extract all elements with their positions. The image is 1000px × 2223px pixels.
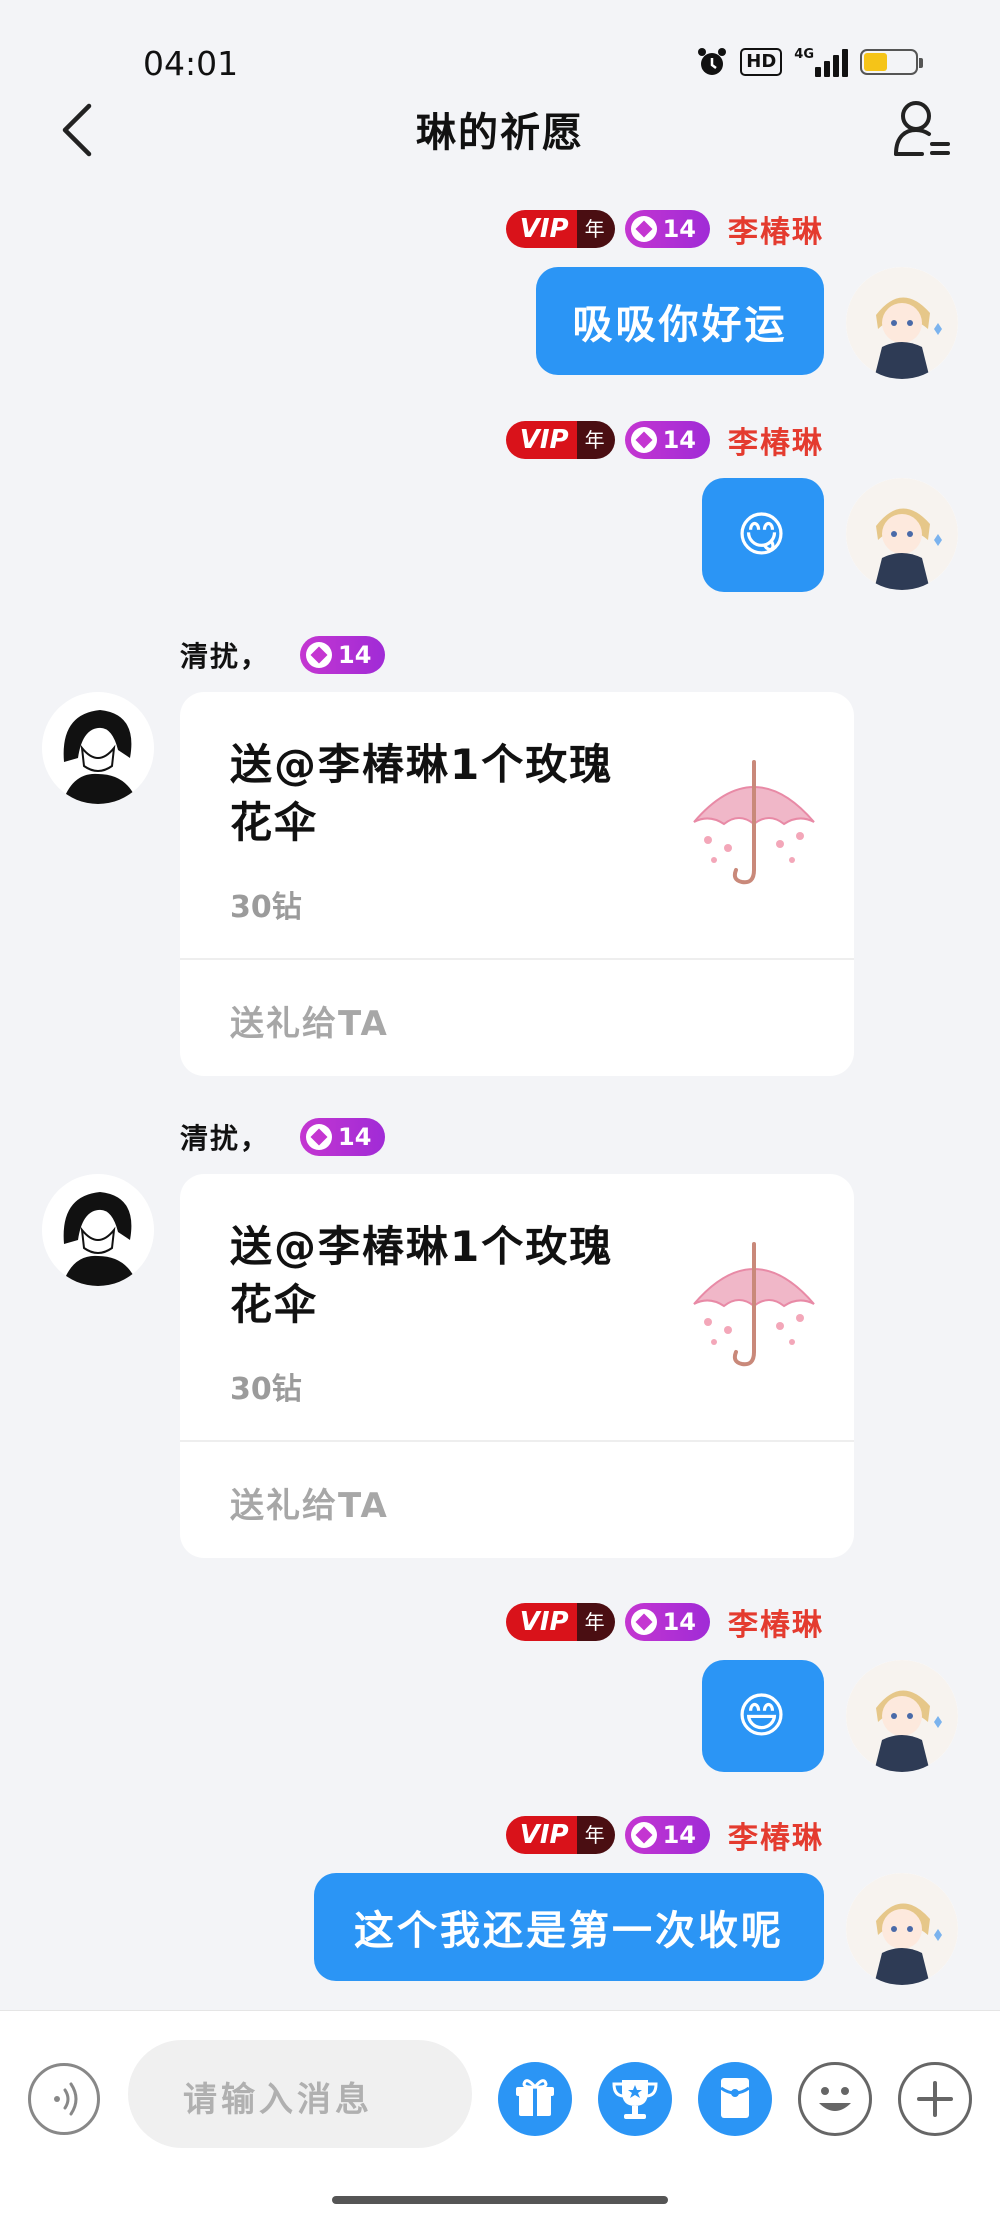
gift-title: 送@李椿琳1个玫瑰花伞 [230, 740, 614, 847]
message-input[interactable]: 请输入消息 [128, 2040, 472, 2148]
avatar[interactable] [846, 1873, 958, 1985]
emoji-icon [819, 2087, 851, 2111]
sender-name: 李椿琳 [728, 1608, 824, 1643]
emoji-bubble[interactable]: 😋 [702, 478, 824, 592]
sender-name: 清扰， [180, 640, 271, 673]
send-gift-link[interactable]: 送礼给TA [230, 996, 389, 1045]
red-packet-icon [720, 2078, 750, 2118]
sender-name: 李椿琳 [728, 1821, 824, 1856]
level-badge: 14 [624, 1603, 710, 1641]
input-placeholder: 请输入消息 [183, 2080, 373, 2120]
avatar[interactable] [42, 692, 154, 804]
gift-icon [516, 2079, 554, 2116]
signal-icon: 4G [794, 47, 848, 77]
red-packet-button[interactable] [698, 2062, 772, 2136]
umbrella-image [693, 760, 815, 885]
sender-name: 李椿琳 [728, 426, 824, 461]
home-indicator[interactable] [332, 2196, 668, 2204]
divider [180, 1440, 854, 1442]
avatar[interactable] [42, 1174, 154, 1286]
vip-badge: VIP 年 [505, 421, 615, 459]
sender-meta: VIP 年 14 李椿琳 [505, 207, 824, 251]
trophy-icon [612, 2080, 658, 2119]
level-badge: 14 [300, 1118, 386, 1156]
divider [180, 958, 854, 960]
plus-icon [917, 2081, 953, 2117]
gift-title: 送@李椿琳1个玫瑰花伞 [230, 1222, 614, 1329]
sender-name: 清扰， [180, 1122, 271, 1155]
gift-price: 30钻 [230, 890, 302, 925]
status-icons: HD 4G [696, 46, 923, 78]
sender-name: 李椿琳 [728, 215, 824, 250]
level-badge: 14 [624, 421, 710, 459]
emoji-button[interactable] [798, 2062, 872, 2136]
avatar[interactable] [846, 478, 958, 590]
vip-badge: VIP 年 [505, 210, 615, 248]
gift-card[interactable]: 送@李椿琳1个玫瑰花伞 30钻 送礼给TA [180, 692, 854, 1076]
more-button[interactable] [898, 2062, 972, 2136]
page-title: 琳的祈愿 [416, 110, 584, 156]
sender-meta: 清扰， 14 [180, 1115, 386, 1159]
avatar[interactable] [846, 1660, 958, 1772]
level-badge: 14 [624, 210, 710, 248]
alarm-icon [698, 48, 727, 75]
sender-meta: VIP 年 14 李椿琳 [505, 418, 824, 462]
gift-card[interactable]: 送@李椿琳1个玫瑰花伞 30钻 送礼给TA [180, 1174, 854, 1558]
emoji-bubble[interactable]: 😄 [702, 1660, 824, 1772]
message-bubble[interactable]: 吸吸你好运 [536, 267, 824, 375]
hd-badge: HD [740, 48, 783, 76]
message-bubble[interactable]: 这个我还是第一次收呢 [314, 1873, 824, 1981]
battery-icon [860, 49, 923, 75]
voice-button[interactable] [28, 2063, 100, 2135]
sender-meta: 清扰， 14 [180, 633, 386, 677]
gift-button[interactable] [498, 2062, 572, 2136]
level-badge: 14 [624, 1816, 710, 1854]
voice-icon [54, 2082, 78, 2116]
sender-meta: VIP 年 14 李椿琳 [505, 1813, 824, 1857]
status-time: 04:01 [143, 44, 239, 83]
vip-badge: VIP 年 [505, 1603, 615, 1641]
level-badge: 14 [300, 636, 386, 674]
sender-meta: VIP 年 14 李椿琳 [505, 1600, 824, 1644]
gift-price: 30钻 [230, 1372, 302, 1407]
avatar[interactable] [846, 267, 958, 379]
umbrella-image [693, 1242, 815, 1367]
profile-menu-icon[interactable] [892, 96, 952, 158]
send-gift-link[interactable]: 送礼给TA [230, 1478, 389, 1527]
vip-badge: VIP 年 [505, 1816, 615, 1854]
trophy-button[interactable] [598, 2062, 672, 2136]
